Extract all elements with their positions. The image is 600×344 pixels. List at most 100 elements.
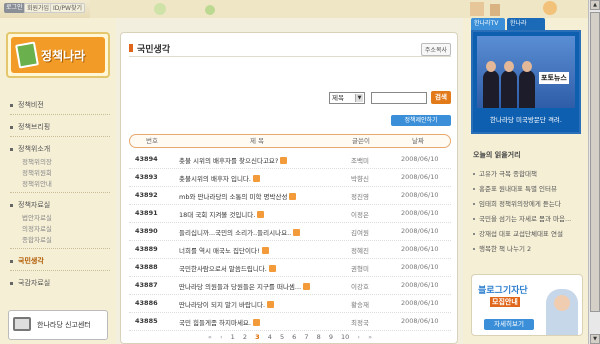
bullet-icon bbox=[473, 233, 475, 235]
sidebar-subitem-committee[interactable]: 정책위원회 bbox=[22, 167, 52, 177]
post-number: 43890 bbox=[135, 227, 158, 235]
page-link[interactable]: 7 bbox=[304, 333, 308, 341]
prev-page-button[interactable]: ‹ bbox=[220, 333, 223, 341]
list-item[interactable]: 임태희 정책위의장에게 듣는다 bbox=[473, 198, 561, 208]
details-button[interactable]: 자세히보기 bbox=[484, 319, 534, 330]
tab-hannara-photo[interactable]: 한나라Photo bbox=[507, 18, 545, 39]
post-title-link[interactable]: 너희를 역시 매국노 집단이다! bbox=[179, 245, 269, 255]
new-icon bbox=[280, 157, 288, 164]
bullet-icon bbox=[10, 125, 13, 129]
menu-divider bbox=[10, 248, 110, 249]
post-title-link[interactable]: 18대 국회 지켜볼 것입니다. bbox=[179, 209, 265, 219]
list-item-label: 행복한 책 나누기 2 bbox=[479, 245, 532, 253]
list-item[interactable]: 강재섭 대표 교섭단체대표 연설 bbox=[473, 228, 563, 238]
report-center-banner[interactable]: 한나라당 신고센터 bbox=[8, 310, 108, 340]
post-title: 촛불 시위의 배후자를 찾으신다고요? bbox=[179, 157, 279, 165]
page-link[interactable]: 2 bbox=[243, 333, 247, 341]
tab-hannara-tv[interactable]: 한나라TV bbox=[471, 18, 505, 30]
page-link[interactable]: 6 bbox=[292, 333, 296, 341]
list-item[interactable]: 행복한 책 나누기 2 bbox=[473, 243, 531, 253]
bullet-icon bbox=[473, 203, 475, 205]
search-field-value: 제목 bbox=[332, 94, 344, 102]
menu-divider bbox=[10, 136, 110, 137]
sidebar-subitem-chairman[interactable]: 정책위의장 bbox=[22, 156, 52, 166]
monitor-icon bbox=[13, 317, 31, 331]
sidebar-item-public-opinion[interactable]: 국민생각 bbox=[10, 256, 44, 266]
scroll-up-arrow-icon[interactable]: ▲ bbox=[590, 0, 600, 10]
propose-policy-button[interactable]: 정책제안하기 bbox=[391, 115, 451, 126]
table-row: 43886 딴나라당이 되지 말기 바랍니다. 황승재 2008/06/10 bbox=[129, 295, 451, 313]
table-row: 43893 촛불시위의 배후자 입니다. 박향신 2008/06/10 bbox=[129, 169, 451, 187]
join-button[interactable]: 회원가입 bbox=[24, 3, 53, 13]
banner-title: 블로그기자단 bbox=[478, 286, 528, 296]
post-title-link[interactable]: 촛불시위의 배후자 입니다. bbox=[179, 173, 260, 183]
scroll-thumb[interactable] bbox=[590, 12, 600, 312]
vertical-scrollbar[interactable]: ▲ ▼ bbox=[588, 0, 600, 344]
sidebar-subitem-bill-archive[interactable]: 법안자료실 bbox=[22, 212, 52, 222]
first-page-button[interactable]: « bbox=[208, 333, 212, 341]
search-button[interactable]: 검색 bbox=[431, 91, 451, 104]
section-logo[interactable]: 정책나라 bbox=[6, 32, 110, 78]
post-title-link[interactable]: 촛불 시위의 배후자를 찾으신다고요? bbox=[179, 155, 288, 165]
search-input[interactable] bbox=[371, 92, 427, 104]
sidebar-item-audit-archive[interactable]: 국감자료실 bbox=[10, 278, 50, 288]
post-author: 이정은 bbox=[351, 211, 369, 219]
person-figure bbox=[501, 61, 517, 108]
next-page-button[interactable]: › bbox=[357, 333, 360, 341]
post-number: 43892 bbox=[135, 191, 158, 199]
tv-caption: 한나라당 미국방문단 격려. bbox=[490, 116, 562, 124]
page-link[interactable]: 8 bbox=[317, 333, 321, 341]
post-title-link[interactable]: 국민 힘들게좀 하지마세요. bbox=[179, 317, 260, 327]
post-title-link[interactable]: 들리십니까...국민의 소리가..들리시나요.. bbox=[179, 227, 301, 237]
left-sidebar: 정책나라 정책비전 정책브리핑 정책위소개 정책위의장 정책위원회 정책위안내 … bbox=[0, 18, 116, 344]
face bbox=[554, 295, 570, 311]
list-item[interactable]: 국민을 섬기는 자세로 몸과 마음... bbox=[473, 213, 571, 223]
sidebar-item-committee-intro[interactable]: 정책위소개 bbox=[10, 144, 50, 154]
list-item[interactable]: 홍준표 원내대표 특별 인터뷰 bbox=[473, 183, 557, 193]
sidebar-item-policy-briefing[interactable]: 정책브리핑 bbox=[10, 122, 50, 132]
photo-news-logo: 포토뉴스 bbox=[539, 72, 569, 84]
column-header-title: 제 목 bbox=[250, 137, 265, 145]
title-marker-icon bbox=[129, 44, 133, 52]
page-link[interactable]: 5 bbox=[280, 333, 284, 341]
sidebar-subitem-guide[interactable]: 정책위안내 bbox=[22, 178, 52, 188]
list-item[interactable]: 고유가 극복 종합대책 bbox=[473, 168, 537, 178]
new-icon bbox=[261, 247, 269, 254]
blog-reporter-banner[interactable]: 블로그기자단 모집안내 자세히보기 bbox=[471, 274, 583, 336]
bullet-icon bbox=[10, 147, 13, 151]
table-row: 43892 mb와 딴나라당의 소통의 미학 명박산성 정진영 2008/06/… bbox=[129, 187, 451, 205]
header-illustration bbox=[90, 0, 590, 18]
login-button[interactable]: 로그인 bbox=[4, 3, 25, 13]
news-photo: 포토뉴스 bbox=[477, 36, 575, 108]
page-link[interactable]: 1 bbox=[231, 333, 235, 341]
new-icon bbox=[252, 319, 260, 326]
sidebar-item-policy-vision[interactable]: 정책비전 bbox=[10, 100, 44, 110]
table-row: 43891 18대 국회 지켜볼 것입니다. 이정은 2008/06/10 bbox=[129, 205, 451, 223]
post-title-link[interactable]: mb와 딴나라당의 소통의 미학 명박산성 bbox=[179, 191, 297, 201]
chevron-down-icon: ▼ bbox=[355, 94, 363, 102]
last-page-button[interactable]: » bbox=[368, 333, 372, 341]
search-field-select[interactable]: 제목 ▼ bbox=[329, 92, 365, 104]
post-title-link[interactable]: 딴나라당이 되지 말기 바랍니다. bbox=[179, 299, 275, 309]
copy-url-button[interactable]: 주소복사 bbox=[420, 43, 451, 56]
find-id-pw-button[interactable]: ID/PW찾기 bbox=[50, 3, 86, 13]
sidebar-subitem-general-archive[interactable]: 종합자료실 bbox=[22, 234, 52, 244]
post-date: 2008/06/10 bbox=[401, 245, 439, 253]
tv-frame[interactable]: 포토뉴스 한나라당 미국방문단 격려. bbox=[471, 30, 581, 134]
post-title: 너희를 역시 매국노 집단이다! bbox=[179, 247, 260, 255]
page-link[interactable]: 4 bbox=[268, 333, 272, 341]
scroll-down-arrow-icon[interactable]: ▼ bbox=[590, 334, 600, 344]
post-number: 43894 bbox=[135, 155, 158, 163]
page-link[interactable]: 10 bbox=[341, 333, 349, 341]
board-panel: 국민생각 주소복사 제목 ▼ 검색 정책제안하기 번호 제 목 글쓴이 날짜 4… bbox=[120, 32, 458, 344]
post-date: 2008/06/10 bbox=[401, 155, 439, 163]
post-number: 43887 bbox=[135, 281, 158, 289]
post-title-link[interactable]: 국민한사람으로서 말씀드립니다. bbox=[179, 263, 276, 273]
new-icon bbox=[303, 283, 311, 290]
current-page: 3 bbox=[255, 333, 260, 341]
table-row: 43885 국민 힘들게좀 하지마세요. 최정국 2008/06/10 bbox=[129, 313, 451, 331]
sidebar-subitem-legislative-archive[interactable]: 의정자료실 bbox=[22, 223, 52, 233]
sidebar-item-policy-archive[interactable]: 정책자료실 bbox=[10, 200, 50, 210]
post-title-link[interactable]: 딴나라당 의원들과 당원들은 지구를 떠나셈... bbox=[179, 281, 311, 291]
page-link[interactable]: 9 bbox=[329, 333, 333, 341]
